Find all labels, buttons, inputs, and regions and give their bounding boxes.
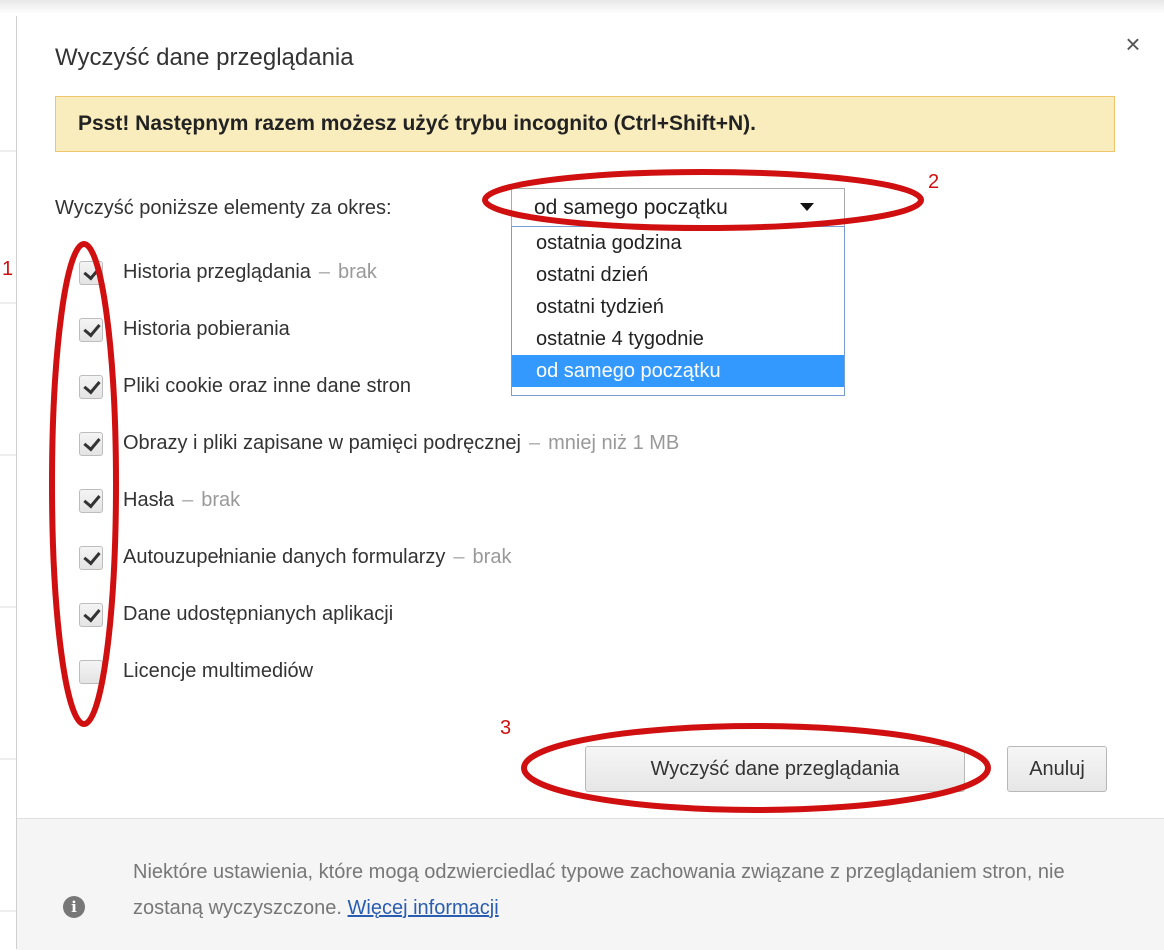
annotation-number-2: 2 bbox=[928, 171, 940, 193]
browsing-history-value: brak bbox=[338, 261, 377, 283]
download-history-label: Historia pobierania bbox=[123, 318, 290, 340]
incognito-tip-banner: Psst! Następnym razem możesz użyć trybu … bbox=[55, 96, 1115, 152]
checkbox-autofill[interactable] bbox=[79, 546, 103, 570]
cache-label: Obrazy i pliki zapisane w pamięci podręc… bbox=[123, 432, 521, 454]
autofill-value: brak bbox=[472, 546, 512, 568]
checkbox-cookies[interactable] bbox=[79, 375, 103, 399]
checkbox-media-licenses[interactable] bbox=[79, 660, 103, 684]
autofill-label: Autouzupełnianie danych formularzy bbox=[123, 546, 446, 568]
more-info-link[interactable]: Więcej informacji bbox=[348, 897, 499, 919]
cookies-label: Pliki cookie oraz inne dane stron bbox=[123, 375, 411, 397]
checkbox-cache[interactable] bbox=[79, 432, 103, 456]
time-period-selected-value: od samego początku bbox=[534, 196, 728, 219]
time-period-select[interactable]: od samego początku bbox=[511, 188, 845, 228]
time-period-dropdown: ostatnia godzina ostatni dzień ostatni t… bbox=[511, 226, 845, 396]
separator-dash: – bbox=[318, 261, 331, 283]
time-period-label: Wyczyść poniższe elementy za okres: bbox=[55, 197, 392, 219]
passwords-value: brak bbox=[201, 489, 241, 511]
passwords-label: Hasła bbox=[123, 489, 175, 511]
background-page-top bbox=[0, 0, 1164, 14]
info-icon: i bbox=[63, 896, 85, 918]
checkbox-hosted-app-data[interactable] bbox=[79, 603, 103, 627]
period-option-last-hour[interactable]: ostatnia godzina bbox=[512, 227, 844, 259]
dialog-footer: i Niektóre ustawienia, które mogą odzwie… bbox=[17, 818, 1164, 950]
separator-dash: – bbox=[182, 489, 194, 511]
period-option-beginning-of-time[interactable]: od samego początku bbox=[512, 355, 844, 387]
separator-dash: – bbox=[528, 432, 541, 454]
cancel-button[interactable]: Anuluj bbox=[1007, 746, 1107, 792]
clear-browsing-data-button[interactable]: Wyczyść dane przeglądania bbox=[585, 746, 965, 792]
checkbox-passwords[interactable] bbox=[79, 489, 103, 513]
separator-dash: – bbox=[453, 546, 465, 568]
chevron-down-icon bbox=[800, 203, 814, 211]
media-licenses-label: Licencje multimediów bbox=[123, 660, 314, 682]
period-option-last-4-weeks[interactable]: ostatnie 4 tygodnie bbox=[512, 323, 844, 355]
footer-note: Niektóre ustawienia, które mogą odzwierc… bbox=[133, 854, 1093, 926]
annotation-number-1: 1 bbox=[2, 258, 14, 280]
checkbox-browsing-history[interactable] bbox=[79, 261, 103, 285]
checkbox-download-history[interactable] bbox=[79, 318, 103, 342]
hosted-app-data-label: Dane udostępnianych aplikacji bbox=[123, 603, 394, 625]
cache-size-value: mniej niż 1 MB bbox=[548, 432, 680, 454]
period-option-last-week[interactable]: ostatni tydzień bbox=[512, 291, 844, 323]
period-option-last-day[interactable]: ostatni dzień bbox=[512, 259, 844, 291]
browsing-history-label: Historia przeglądania bbox=[123, 261, 311, 283]
annotation-number-3: 3 bbox=[500, 717, 512, 739]
clear-browsing-data-dialog: Wyczyść dane przeglądania × Psst! Następ… bbox=[16, 16, 1164, 950]
dialog-title: Wyczyść dane przeglądania bbox=[55, 44, 354, 71]
close-icon[interactable]: × bbox=[1119, 30, 1147, 58]
footer-text: Niektóre ustawienia, które mogą odzwierc… bbox=[133, 861, 1065, 919]
